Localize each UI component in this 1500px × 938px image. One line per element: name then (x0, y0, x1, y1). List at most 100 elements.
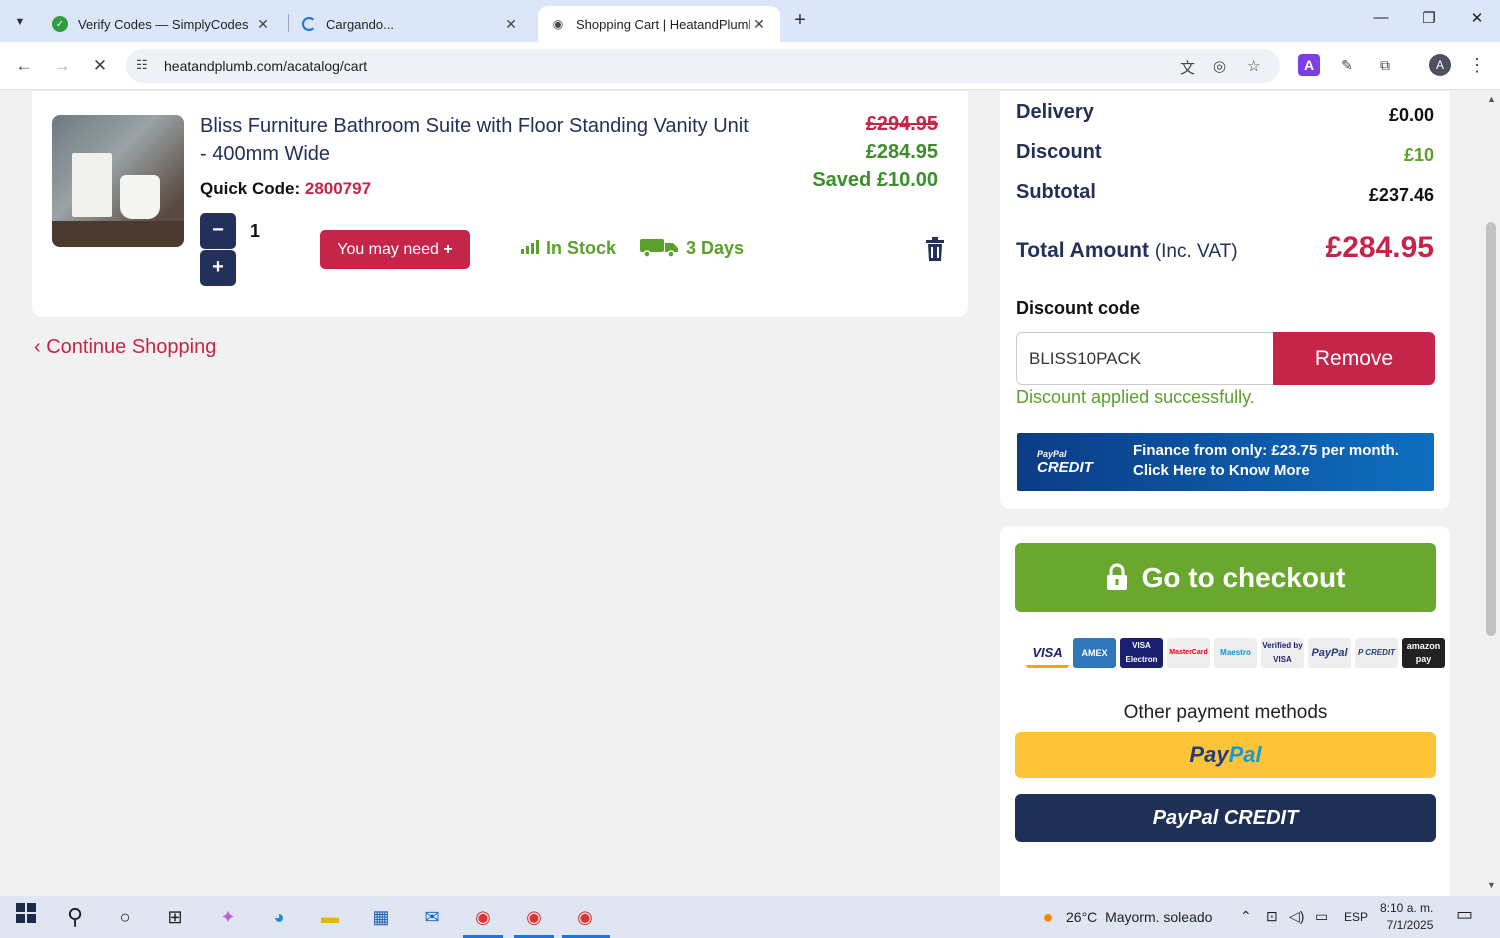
stock-status: In Stock (520, 237, 616, 259)
tab-shopping-cart[interactable]: ◉ Shopping Cart | HeatandPlumb. ✕ (538, 6, 780, 42)
discount-code-input[interactable] (1016, 332, 1274, 385)
forward-button[interactable]: → (50, 54, 74, 78)
url-text[interactable]: heatandplumb.com/acatalog/cart (164, 58, 367, 74)
amex-logo: AMEX (1073, 638, 1116, 668)
system-clock[interactable]: 8:10 a. m. 7/1/2025 (1380, 900, 1433, 934)
paypal-button[interactable]: PayPal (1015, 732, 1436, 778)
bookmark-star-icon[interactable]: ☆ (1247, 57, 1260, 75)
paypal-logo: PayPal (1308, 638, 1351, 668)
product-name[interactable]: Bliss Furniture Bathroom Suite with Floo… (200, 112, 760, 168)
verified-by-visa-logo: Verified by VISA (1261, 638, 1304, 668)
weather-widget[interactable]: 26°C Mayorm. soleado (1066, 909, 1212, 925)
browser-toolbar: ← → ✕ ☷ heatandplumb.com/acatalog/cart 文… (0, 42, 1500, 90)
tab-verify-codes[interactable]: ✓ Verify Codes — SimplyCodes ✕ (40, 6, 284, 42)
visa-electron-logo: VISA Electron (1120, 638, 1163, 668)
delivery-time: 3 Days (640, 237, 744, 259)
stock-signal-icon (521, 240, 539, 254)
subtotal-value: £237.46 (1368, 185, 1434, 205)
scroll-up-arrow-icon[interactable]: ▲ (1487, 94, 1496, 104)
mastercard-logo: MasterCard (1167, 638, 1210, 668)
maximize-button[interactable]: ❐ (1414, 9, 1444, 33)
cortana-icon[interactable]: ○ (111, 903, 139, 931)
translate-icon[interactable]: 文 (1180, 57, 1195, 78)
chrome-profile-2-icon[interactable]: ◉ (520, 903, 548, 931)
chrome-profile-3-icon[interactable]: ◉ (571, 903, 599, 931)
volume-icon[interactable]: ◁) (1289, 908, 1304, 925)
microsoft-store-icon[interactable]: ▦ (367, 903, 395, 931)
discount-label: Discount (1016, 141, 1102, 163)
discount-success-message: Discount applied successfully. (1016, 387, 1255, 407)
heatandplumb-favicon-icon: ◉ (552, 17, 564, 31)
page-content: Bliss Furniture Bathroom Suite with Floo… (0, 91, 1484, 896)
show-hidden-icons-icon[interactable]: ⌃ (1240, 908, 1252, 925)
browser-menu-icon[interactable]: ⋮ (1466, 54, 1488, 76)
simplycodes-favicon-icon: ✓ (52, 16, 68, 32)
close-tab-icon[interactable]: ✕ (254, 16, 272, 33)
language-indicator[interactable]: ESP (1344, 910, 1368, 924)
close-tab-icon[interactable]: ✕ (750, 16, 768, 33)
payment-methods-logos: VISA AMEX VISA Electron MasterCard Maest… (1026, 638, 1445, 668)
tracking-protection-icon[interactable]: ◎ (1213, 57, 1226, 75)
windows-taskbar: ⚲ ○ ⊞ ✦ ◕ ▬ ▦ ✉ ◉ ◉ ◉ ● 26°C Mayorm. sol… (0, 896, 1500, 938)
quantity-increase-button[interactable]: + (200, 250, 236, 286)
notifications-icon[interactable]: ▭ (1456, 904, 1473, 925)
go-to-checkout-button[interactable]: Go to checkout (1015, 543, 1436, 612)
stop-loading-button[interactable]: ✕ (88, 54, 112, 78)
meet-now-icon[interactable]: ⊡ (1266, 908, 1278, 925)
close-tab-icon[interactable]: ✕ (502, 16, 520, 33)
copilot-icon[interactable]: ✦ (214, 903, 242, 931)
tab-search-icon[interactable]: ▼ (6, 8, 34, 36)
subtotal-label: Subtotal (1016, 181, 1096, 203)
saved-amount: Saved £10.00 (812, 169, 938, 191)
paypal-credit-small-logo: P CREDIT (1355, 638, 1398, 668)
scrollbar-thumb[interactable] (1486, 222, 1496, 636)
quick-code-value: 2800797 (304, 179, 372, 198)
floor-shape (52, 221, 184, 247)
quantity-decrease-button[interactable]: − (200, 213, 236, 249)
extensions-puzzle-icon[interactable]: ⧉ (1374, 54, 1396, 76)
total-amount-value: £284.95 (1325, 231, 1434, 264)
new-tab-button[interactable]: + (788, 9, 812, 33)
delivery-truck-icon (640, 239, 678, 258)
maestro-logo: Maestro (1214, 638, 1257, 668)
windows-start-icon[interactable] (12, 903, 40, 931)
quick-code: Quick Code: 2800797 (200, 179, 372, 198)
weather-sun-icon[interactable]: ● (1034, 903, 1062, 931)
remove-item-trash-icon[interactable] (924, 237, 948, 261)
file-explorer-icon[interactable]: ▬ (316, 903, 344, 931)
network-icon[interactable]: ▭ (1315, 908, 1328, 925)
amazon-pay-logo: amazon pay (1402, 638, 1445, 668)
search-icon[interactable]: ⚲ (61, 903, 89, 931)
minimize-button[interactable]: — (1366, 9, 1396, 33)
profile-avatar[interactable]: A (1429, 54, 1451, 76)
vanity-shape (72, 153, 112, 217)
outlook-icon[interactable]: ✉ (418, 903, 446, 931)
product-image[interactable] (52, 115, 184, 247)
extension-feather-icon[interactable]: ✎ (1336, 54, 1358, 76)
continue-shopping-link[interactable]: ‹ Continue Shopping (34, 336, 216, 359)
close-window-button[interactable]: ✕ (1462, 9, 1492, 33)
paypal-credit-finance-banner[interactable]: PayPal CREDIT Finance from only: £23.75 p… (1017, 433, 1434, 491)
task-view-icon[interactable]: ⊞ (161, 903, 189, 931)
extension-a-icon[interactable]: A (1298, 54, 1320, 76)
loading-spinner-icon (302, 17, 316, 31)
edge-icon[interactable]: ◕ (265, 903, 293, 931)
lock-icon (1106, 563, 1127, 590)
site-info-icon[interactable]: ☷ (136, 57, 148, 73)
back-button[interactable]: ← (12, 54, 36, 78)
paypal-credit-logo: PayPal CREDIT (1037, 449, 1093, 476)
paypal-credit-button[interactable]: PayPal CREDIT (1015, 794, 1436, 842)
tab-cargando[interactable]: Cargando... ✕ (290, 6, 532, 42)
quantity-value[interactable]: 1 (250, 221, 260, 242)
you-may-need-button[interactable]: You may need + (320, 230, 470, 269)
remove-discount-button[interactable]: Remove (1273, 332, 1435, 385)
visa-logo: VISA (1026, 638, 1069, 668)
delivery-label: Delivery (1016, 101, 1094, 123)
address-bar[interactable]: ☷ heatandplumb.com/acatalog/cart 文 ◎ ☆ (126, 49, 1280, 83)
chrome-profile-1-icon[interactable]: ◉ (469, 903, 497, 931)
original-price: £294.95 (865, 113, 938, 135)
discount-value: £10 (1403, 145, 1434, 165)
tab-separator (288, 14, 289, 32)
scroll-down-arrow-icon[interactable]: ▼ (1487, 880, 1496, 890)
other-payment-methods-label: Other payment methods (1123, 702, 1328, 723)
